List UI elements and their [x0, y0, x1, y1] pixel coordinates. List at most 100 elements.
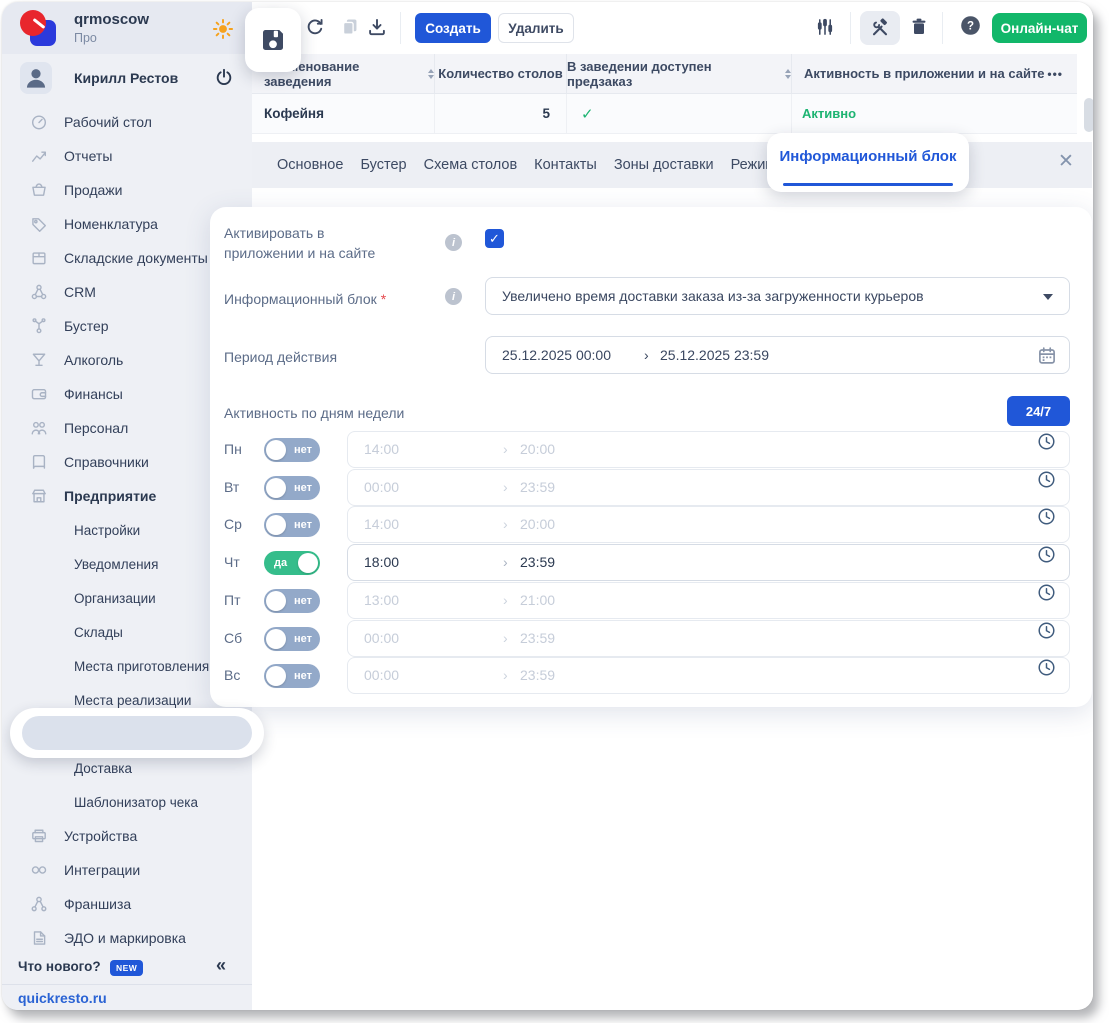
toggle-state-label: нет: [294, 513, 312, 537]
sidebar-item[interactable]: Устройства: [2, 819, 252, 853]
toggle-state-label: нет: [294, 627, 312, 651]
sidebar-item[interactable]: Продажи: [2, 173, 252, 207]
sidebar-item[interactable]: ЭДО и маркировка: [2, 921, 252, 955]
sidebar-item-label: Предприятие: [64, 488, 156, 504]
tools-button[interactable]: [860, 11, 900, 45]
info-icon[interactable]: i: [445, 234, 462, 251]
clock-icon[interactable]: [1037, 621, 1056, 640]
sidebar-selected-spotlight: [10, 708, 264, 758]
table-header: Наименование заведенияКоличество столовВ…: [252, 54, 1077, 94]
user-row[interactable]: Кирилл Рестов: [2, 60, 252, 98]
online-chat-button[interactable]: Онлайн-чат: [992, 13, 1087, 43]
calendar-icon[interactable]: [1037, 346, 1057, 366]
time-range-input[interactable]: 13:00›21:00: [347, 582, 1070, 619]
column-header[interactable]: В заведении доступен предзаказ: [567, 54, 792, 93]
tab-info-block[interactable]: Информационный блок: [767, 148, 969, 165]
sidebar-item-label: Персонал: [64, 420, 128, 436]
range-chevron-icon: ›: [503, 507, 508, 542]
delete-button[interactable]: Удалить: [498, 13, 574, 43]
check-icon: ✓: [567, 94, 792, 133]
required-asterisk: *: [381, 291, 386, 307]
info-block-select[interactable]: Увеличено время доставки заказа из-за за…: [485, 277, 1070, 315]
clock-icon[interactable]: [1037, 658, 1056, 677]
clock-icon[interactable]: [1037, 583, 1056, 602]
integrations-icon: [30, 861, 48, 879]
clock-icon[interactable]: [1037, 470, 1056, 489]
weekday-toggle[interactable]: нет: [264, 476, 320, 500]
weekday-toggle[interactable]: нет: [264, 589, 320, 613]
download-icon[interactable]: [367, 17, 387, 37]
weekday-toggle[interactable]: нет: [264, 513, 320, 537]
sidebar-item-label: Отчеты: [64, 148, 112, 164]
tab-item[interactable]: Зоны доставки: [614, 157, 714, 173]
time-range-input[interactable]: 00:00›23:59: [347, 469, 1070, 506]
copy-icon[interactable]: [340, 17, 360, 37]
clock-icon[interactable]: [1037, 432, 1056, 451]
theme-sun-icon[interactable]: [212, 18, 234, 40]
activate-label: Активировать вприложении и на сайте: [224, 223, 394, 263]
time-from: 13:00: [364, 583, 399, 618]
help-icon[interactable]: ?: [960, 15, 981, 36]
time-range-input[interactable]: 14:00›20:00: [347, 506, 1070, 543]
sidebar-item-label: Франшиза: [64, 896, 131, 912]
workspace-name: qrmoscow: [74, 11, 149, 28]
time-to: 23:59: [520, 658, 555, 693]
sidebar-header: qrmoscow Про: [2, 2, 252, 54]
time-range-input[interactable]: 00:00›23:59: [347, 620, 1070, 657]
time-range-input[interactable]: 14:00›20:00: [347, 431, 1070, 468]
toggle-knob: [266, 440, 286, 460]
toolbar-divider: [942, 12, 943, 44]
tab-item[interactable]: Бустер: [360, 157, 406, 173]
sales-icon: [30, 181, 48, 199]
sidebar-item-venues-pill[interactable]: [22, 716, 252, 750]
activate-checkbox[interactable]: ✓: [485, 229, 504, 248]
save-icon[interactable]: [258, 25, 288, 55]
sidebar-item[interactable]: Рабочий стол: [2, 105, 252, 139]
tab-item[interactable]: Схема столов: [424, 157, 518, 173]
sidebar-item-label: Продажи: [64, 182, 122, 198]
column-options-icon[interactable]: •••: [1047, 67, 1077, 81]
weekday-toggle[interactable]: нет: [264, 664, 320, 688]
weekday-label: Пт: [224, 582, 240, 619]
weekday-row: Срнет14:00›20:00: [210, 506, 1092, 543]
trash-icon[interactable]: [909, 17, 929, 37]
weekday-row: Чтда18:00›23:59: [210, 544, 1092, 581]
app-window: Создать Удалить: [2, 2, 1093, 1010]
vertical-scrollbar-thumb[interactable]: [1084, 98, 1093, 132]
weekday-toggle[interactable]: нет: [264, 438, 320, 462]
period-range-input[interactable]: 25.12.2025 00:00 › 25.12.2025 23:59: [485, 336, 1070, 374]
weekday-row: Втнет00:00›23:59: [210, 469, 1092, 506]
refresh-icon[interactable]: [305, 17, 325, 37]
range-chevron-icon: ›: [644, 337, 649, 373]
create-button[interactable]: Создать: [415, 13, 491, 43]
info-icon[interactable]: i: [445, 288, 462, 305]
time-range-input[interactable]: 18:00›23:59: [347, 544, 1070, 581]
sidebar-subitem[interactable]: Шаблонизатор чека: [2, 785, 252, 819]
collapse-sidebar-icon[interactable]: «: [216, 955, 226, 976]
sidebar-item-label: Справочники: [64, 454, 149, 470]
logout-power-icon[interactable]: [214, 68, 234, 88]
sidebar-item[interactable]: Франшиза: [2, 887, 252, 921]
sort-icon: [785, 69, 791, 79]
site-link[interactable]: quickresto.ru: [18, 990, 107, 1006]
filter-sliders-icon[interactable]: [815, 17, 835, 37]
clock-icon[interactable]: [1037, 545, 1056, 564]
cell-venue-name: Кофейня: [252, 94, 435, 133]
always-24-7-button[interactable]: 24/7: [1007, 396, 1070, 426]
sidebar-item[interactable]: Отчеты: [2, 139, 252, 173]
whats-new-label[interactable]: Что нового?: [18, 959, 101, 974]
weekdays-label: Активность по дням недели: [224, 403, 404, 423]
weekday-toggle[interactable]: да: [264, 551, 320, 575]
clock-icon[interactable]: [1037, 507, 1056, 526]
period-to: 25.12.2025 23:59: [660, 337, 769, 373]
sidebar-item[interactable]: Интеграции: [2, 853, 252, 887]
table-row[interactable]: Кофейня 5 ✓ Активно: [252, 94, 1077, 134]
weekday-toggle[interactable]: нет: [264, 627, 320, 651]
sidebar-item-label: Складские документы: [64, 250, 208, 266]
active-tab-spotlight: Информационный блок: [767, 133, 969, 192]
time-range-input[interactable]: 00:00›23:59: [347, 657, 1070, 694]
close-icon[interactable]: ✕: [1058, 152, 1074, 171]
tab-item[interactable]: Контакты: [534, 157, 597, 173]
sidebar-item-label: Номенклатура: [64, 216, 158, 232]
tab-item[interactable]: Основное: [277, 157, 343, 173]
